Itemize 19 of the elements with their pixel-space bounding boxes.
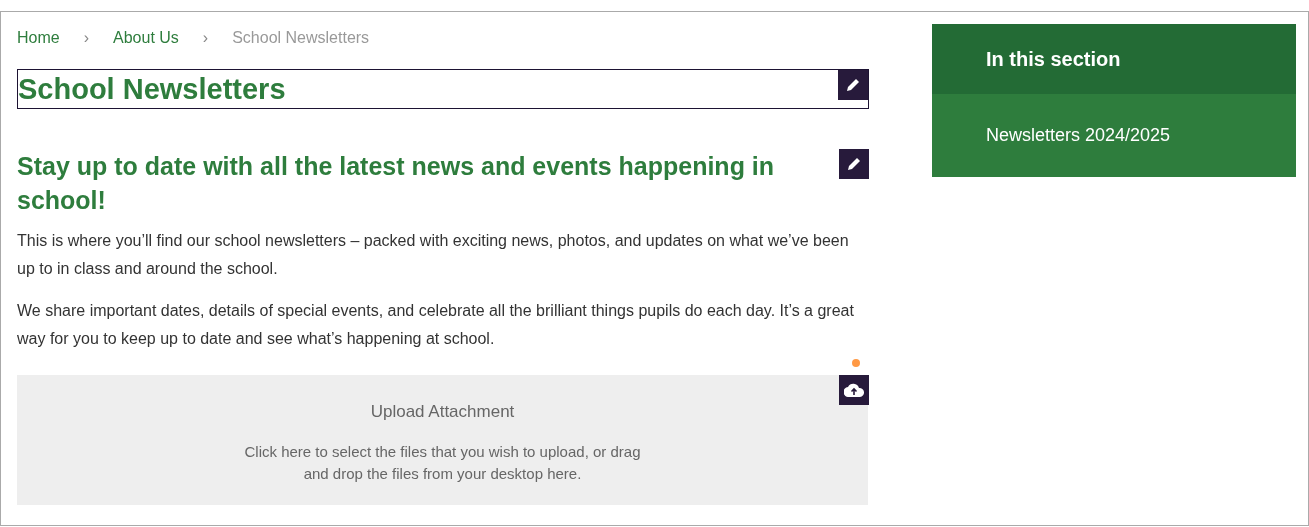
edit-button[interactable] bbox=[838, 70, 868, 100]
edit-button[interactable] bbox=[839, 149, 869, 179]
page-title: School Newsletters bbox=[18, 74, 286, 104]
breadcrumb-separator: › bbox=[82, 28, 90, 48]
upload-button[interactable] bbox=[839, 375, 869, 405]
cloud-upload-icon bbox=[844, 383, 864, 397]
pencil-icon bbox=[846, 156, 862, 172]
paragraph: We share important dates, details of special events, and celebrate all the brilliant things pupils do each day. It’s a great way for you to keep up to date and see what’s happening at school. bbox=[17, 301, 855, 349]
upload-hint: Click here to select the files that you wish to upload, or drag and drop the files from your desktop here. bbox=[243, 441, 642, 484]
breadcrumb-link[interactable]: Home bbox=[17, 26, 60, 50]
upload-title: Upload Attachment bbox=[370, 401, 515, 423]
breadcrumb-separator: › bbox=[201, 28, 210, 48]
editable-title-region[interactable]: School Newsletters bbox=[17, 69, 869, 109]
breadcrumb-link[interactable]: About Us bbox=[113, 26, 179, 50]
breadcrumb-link[interactable]: School Newsletters bbox=[232, 26, 370, 50]
sidebar-title: In this section bbox=[932, 24, 1296, 94]
pencil-icon bbox=[845, 77, 861, 93]
section-heading: Stay up to date with all the latest news and events happening in school! bbox=[17, 151, 776, 216]
paragraph: This is where you’ll find our school newsletters – packed with exciting news, photos, and updates on what we’ve been up to in class and around the school. bbox=[17, 231, 850, 279]
